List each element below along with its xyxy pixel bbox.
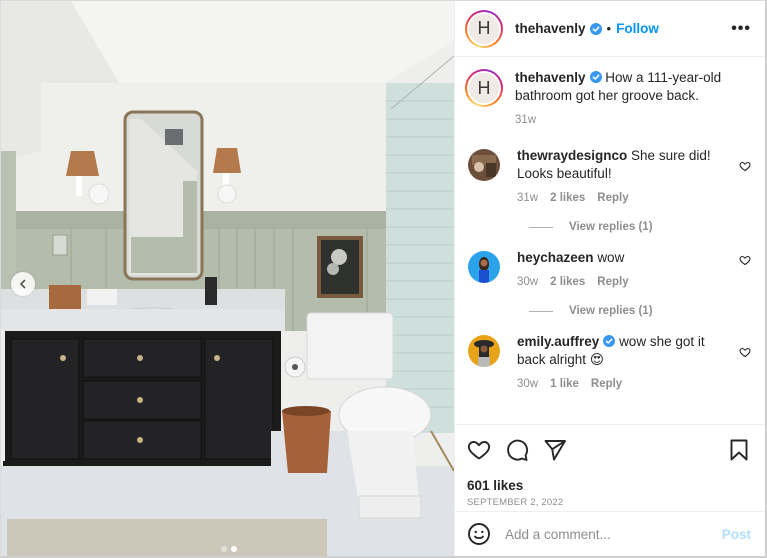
follow-button[interactable]: Follow [616, 21, 659, 36]
comment-item: thewraydesignco She sure did! Looks beau… [465, 147, 751, 207]
add-comment-bar: Post [455, 511, 765, 556]
like-button[interactable] [467, 438, 491, 462]
commenter-username[interactable]: thewraydesignco [517, 148, 627, 163]
share-button[interactable] [543, 438, 567, 462]
comment-item: heychazeen wow 30w 2 likes Reply [465, 249, 751, 291]
heart-outline-icon [739, 347, 751, 358]
commenter-avatar[interactable] [468, 149, 500, 181]
share-icon [544, 440, 566, 461]
comment-icon [507, 439, 529, 461]
view-replies-button[interactable]: View replies (1) [517, 221, 751, 233]
comment-age: 30w [517, 276, 539, 288]
comment-likes[interactable]: 1 like [550, 375, 579, 393]
emoji-smile-icon[interactable] [467, 522, 491, 546]
carousel-prev-button[interactable] [11, 272, 35, 296]
comment-likes[interactable]: 2 likes [550, 189, 585, 207]
more-options-icon[interactable]: ••• [731, 20, 751, 37]
bookmark-icon [730, 439, 748, 461]
comment-item: emily.auffrey wow she got it back alrigh… [465, 333, 751, 393]
post-sidebar: H thehavenly • Follow ••• H thehavenly H… [454, 1, 765, 556]
caption-age: 31w [515, 114, 537, 126]
commenter-username[interactable]: heychazeen [517, 250, 594, 265]
post-comment-button[interactable]: Post [722, 527, 751, 542]
comment-button[interactable] [505, 438, 529, 462]
like-comment-button[interactable] [739, 345, 751, 358]
instagram-post: H thehavenly • Follow ••• H thehavenly H… [0, 0, 767, 558]
post-header: H thehavenly • Follow ••• [455, 1, 765, 57]
post-image[interactable] [1, 1, 454, 556]
commenter-avatar[interactable] [468, 335, 500, 367]
comment-age: 31w [517, 192, 539, 204]
post-date: September 2, 2022 [467, 497, 564, 508]
save-button[interactable] [727, 438, 751, 462]
separator-dot: • [606, 21, 612, 36]
post-caption: H thehavenly How a 111-year-old bathroom… [465, 69, 751, 129]
reply-button[interactable]: Reply [591, 375, 622, 393]
caption-username[interactable]: thehavenly [515, 70, 586, 85]
like-comment-button[interactable] [739, 159, 751, 172]
reply-button[interactable]: Reply [597, 189, 628, 207]
caption-author-avatar[interactable]: H [465, 69, 503, 107]
like-comment-button[interactable] [739, 253, 751, 266]
comment-text: wow [597, 250, 625, 265]
comment-input[interactable] [505, 526, 722, 542]
reply-button[interactable]: Reply [597, 273, 628, 291]
carousel-indicator [221, 546, 237, 552]
commenter-avatar[interactable] [468, 251, 500, 283]
verified-badge-icon [589, 22, 602, 35]
post-actions: 601 likes September 2, 2022 [455, 424, 765, 511]
comment-likes[interactable]: 2 likes [550, 273, 585, 291]
likes-count[interactable]: 601 likes [467, 478, 751, 493]
comments-list[interactable]: H thehavenly How a 111-year-old bathroom… [455, 57, 765, 424]
heart-icon [467, 441, 491, 460]
commenter-username[interactable]: emily.auffrey [517, 334, 599, 349]
carousel-dot [221, 546, 227, 552]
verified-badge-icon [589, 71, 602, 83]
bathroom-photo [1, 1, 454, 556]
heart-outline-icon [739, 255, 751, 266]
verified-badge-icon [603, 335, 616, 347]
carousel-dot-active [231, 546, 237, 552]
author-avatar[interactable]: H [465, 9, 503, 48]
chevron-left-icon [20, 279, 26, 289]
heart-outline-icon [739, 161, 751, 172]
heart-eyes-emoji: 😍 [589, 352, 604, 367]
comment-age: 30w [517, 378, 539, 390]
view-replies-button[interactable]: View replies (1) [517, 305, 751, 317]
author-username[interactable]: thehavenly [515, 21, 586, 36]
